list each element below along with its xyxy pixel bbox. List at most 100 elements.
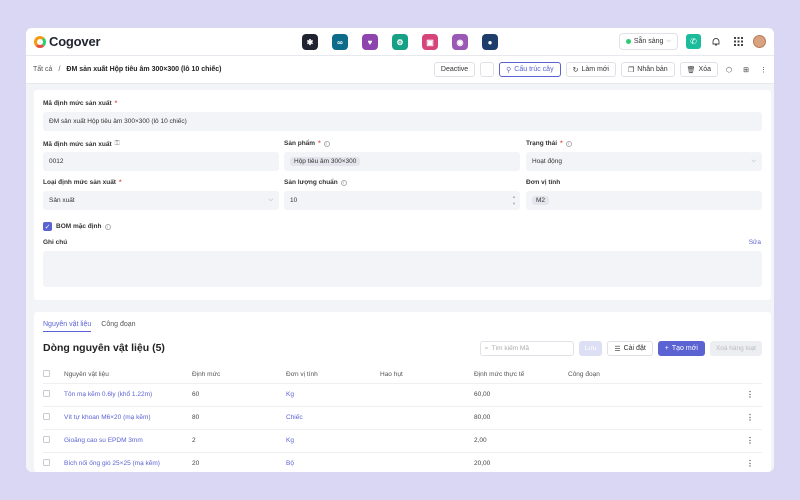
layout-icon[interactable]: ⊞ <box>740 62 752 77</box>
row-checkbox[interactable] <box>43 413 50 420</box>
tab-materials[interactable]: Nguyên vật liệu <box>43 321 92 332</box>
bom-code-field[interactable]: 0012 <box>43 152 279 171</box>
chat-app-icon[interactable]: ◉ <box>452 34 468 50</box>
inbox-app-icon[interactable]: ▣ <box>422 34 438 50</box>
copy-icon: ❐ <box>628 66 635 74</box>
default-bom-label-text: BOM mặc định <box>56 223 102 230</box>
bom-code-label-text: Mã định mức sản xuất <box>43 140 112 148</box>
row-select-cell <box>43 451 64 472</box>
avatar[interactable] <box>753 35 766 48</box>
material-cell[interactable]: Gioăng cao su EPDM 3mm <box>64 428 192 452</box>
duplicate-button[interactable]: ❐ Nhân bản <box>621 62 675 77</box>
qty-input[interactable]: 10 ▲ ▼ <box>284 191 520 210</box>
material-cell[interactable]: Tôn mạ kẽm 0.6ly (khổ 1.22m) <box>64 382 192 406</box>
qty-value: 10 <box>290 197 298 204</box>
default-bom-checkbox[interactable]: ✓ <box>43 222 52 231</box>
col-norm[interactable]: Định mức <box>192 366 286 383</box>
material-cell[interactable]: Vít tự khoan M6×20 (mạ kẽm) <box>64 405 192 429</box>
bom-name-field[interactable]: ĐM sản xuất Hộp tiêu âm 300×300 (lô 10 c… <box>43 112 762 131</box>
unit-cell[interactable]: Chiếc <box>286 405 380 429</box>
row-more-icon[interactable]: ⋮ <box>738 382 762 406</box>
tree-structure-label: Cấu trúc cây <box>514 66 554 73</box>
grid-menu-icon[interactable] <box>731 35 745 49</box>
norm-cell: 2 <box>192 428 286 452</box>
row-more-icon[interactable]: ⋮ <box>738 405 762 429</box>
phone-icon[interactable]: ✆ <box>686 34 701 49</box>
unit-cell[interactable]: Kg <box>286 382 380 406</box>
user-app-icon[interactable]: ● <box>482 34 498 50</box>
breadcrumb-root[interactable]: Tất cả <box>33 66 52 73</box>
deactive-label: Deactive <box>440 66 469 73</box>
row-select-cell <box>43 382 64 406</box>
unit-field[interactable]: M2 <box>526 191 762 210</box>
row-checkbox[interactable] <box>43 436 50 443</box>
settings-button[interactable]: ☰ Cài đặt <box>607 341 653 356</box>
unit-label-text: Đơn vị tính <box>526 179 561 186</box>
product-field[interactable]: Hộp tiêu âm 300×300 <box>284 152 520 171</box>
unit-cell[interactable]: Bộ <box>286 451 380 472</box>
col-unit[interactable]: Đơn vị tính <box>286 366 380 383</box>
top-bar: Cogover ✱ ∞ ♥ ⚙ ▣ ◉ ● Sẵn sàng ⌵ ✆ <box>26 28 774 56</box>
bom-form: Mã định mức sản xuất * ĐM sản xuất Hộp ti… <box>34 90 771 300</box>
table-row[interactable]: Tôn mạ kẽm 0.6ly (khổ 1.22m) 60 Kg 60,00 ⋮ <box>43 382 762 406</box>
col-actual[interactable]: Định mức thực tế <box>474 366 568 383</box>
chevron-down-icon: ⌵ <box>751 158 756 164</box>
row-checkbox[interactable] <box>43 390 50 397</box>
type-label-text: Loại định mức sản xuất <box>43 179 116 186</box>
required-mark: * <box>114 100 118 107</box>
delete-button[interactable]: 🗑 Xóa <box>679 62 718 77</box>
col-loss[interactable]: Hao hụt <box>380 366 474 383</box>
save-button[interactable]: Lưu <box>578 341 603 356</box>
select-all-checkbox[interactable] <box>43 369 50 377</box>
link-app-icon[interactable]: ∞ <box>332 34 348 50</box>
edit-link[interactable]: Sửa <box>749 239 761 246</box>
add-button[interactable]: + Tạo mới <box>657 341 705 356</box>
lock-icon: ⚿ <box>114 140 120 147</box>
breadcrumb-current: ĐM sản xuất Hộp tiêu âm 300×300 (lô 10 c… <box>66 66 222 73</box>
col-material[interactable]: Nguyên vật liệu <box>64 366 192 383</box>
status-dropdown[interactable]: Sẵn sàng ⌵ <box>618 33 678 50</box>
actual-cell: 20,00 <box>474 451 568 472</box>
bell-icon[interactable] <box>709 35 723 49</box>
table-row[interactable]: Vít tự khoan M6×20 (mạ kẽm) 80 Chiếc 80,00 ⋮ <box>43 405 762 429</box>
type-select[interactable]: Sản xuất ⌵ <box>43 191 279 210</box>
tabs: Nguyên vật liệu Công đoạn <box>43 321 136 332</box>
search-input[interactable]: ⌕ Tìm kiếm Mã <box>479 341 574 356</box>
apps-grid-icon[interactable]: ✱ <box>302 34 318 50</box>
bom-code-value: 0012 <box>49 158 64 165</box>
stepper-arrows-icon[interactable]: ▲ ▼ <box>512 193 516 207</box>
table-row[interactable]: Gioăng cao su EPDM 3mm 2 Kg 2,00 ⋮ <box>43 428 762 452</box>
actual-cell: 60,00 <box>474 382 568 406</box>
actual-cell: 2,00 <box>474 428 568 452</box>
table-row[interactable]: Bích nối ống gió 25×25 (mạ kẽm) 20 Bộ 20,00… <box>43 451 762 472</box>
record-actions: Deactive ⚲ Cấu trúc cây ↻ Làm mới ❐ Nhân… <box>433 62 770 77</box>
refresh-button[interactable]: ↻ Làm mới <box>565 62 616 77</box>
note-textarea[interactable] <box>43 251 762 287</box>
row-checkbox[interactable] <box>43 459 50 467</box>
col-stage[interactable]: Công đoạn <box>568 366 738 383</box>
tab-stages[interactable]: Công đoạn <box>101 321 135 332</box>
hierarchy-icon: ⚲ <box>506 66 512 74</box>
heart-app-icon[interactable]: ♥ <box>362 34 378 50</box>
settings-app-icon[interactable]: ⚙ <box>392 34 408 50</box>
loss-cell <box>380 451 474 472</box>
status-value: Hoạt động <box>532 158 562 165</box>
tree-structure-button[interactable]: ⚲ Cấu trúc cây <box>499 62 561 77</box>
status-label: Trạng thái * i <box>526 140 572 147</box>
deactive-button[interactable]: Deactive <box>433 62 476 77</box>
status-select[interactable]: Hoạt động ⌵ <box>526 152 762 171</box>
bulk-delete-button[interactable]: Xoá hàng loạt <box>709 341 762 356</box>
cube-icon[interactable]: ⬡ <box>723 62 736 77</box>
row-more-icon[interactable]: ⋮ <box>738 428 762 452</box>
material-cell[interactable]: Bích nối ống gió 25×25 (mạ kẽm) <box>64 451 192 472</box>
row-more-icon[interactable]: ⋮ <box>738 451 762 472</box>
blank-button[interactable] <box>480 62 495 77</box>
unit-cell[interactable]: Kg <box>286 428 380 452</box>
unit-label: Đơn vị tính <box>526 179 560 186</box>
more-vertical-icon[interactable]: ⋮ <box>757 62 770 77</box>
top-right-tools: Sẵn sàng ⌵ ✆ <box>618 33 766 50</box>
unit-tag: M2 <box>532 196 550 205</box>
actual-cell: 80,00 <box>474 405 568 429</box>
app-logo[interactable]: Cogover <box>34 34 101 49</box>
required-mark: * <box>118 179 122 186</box>
